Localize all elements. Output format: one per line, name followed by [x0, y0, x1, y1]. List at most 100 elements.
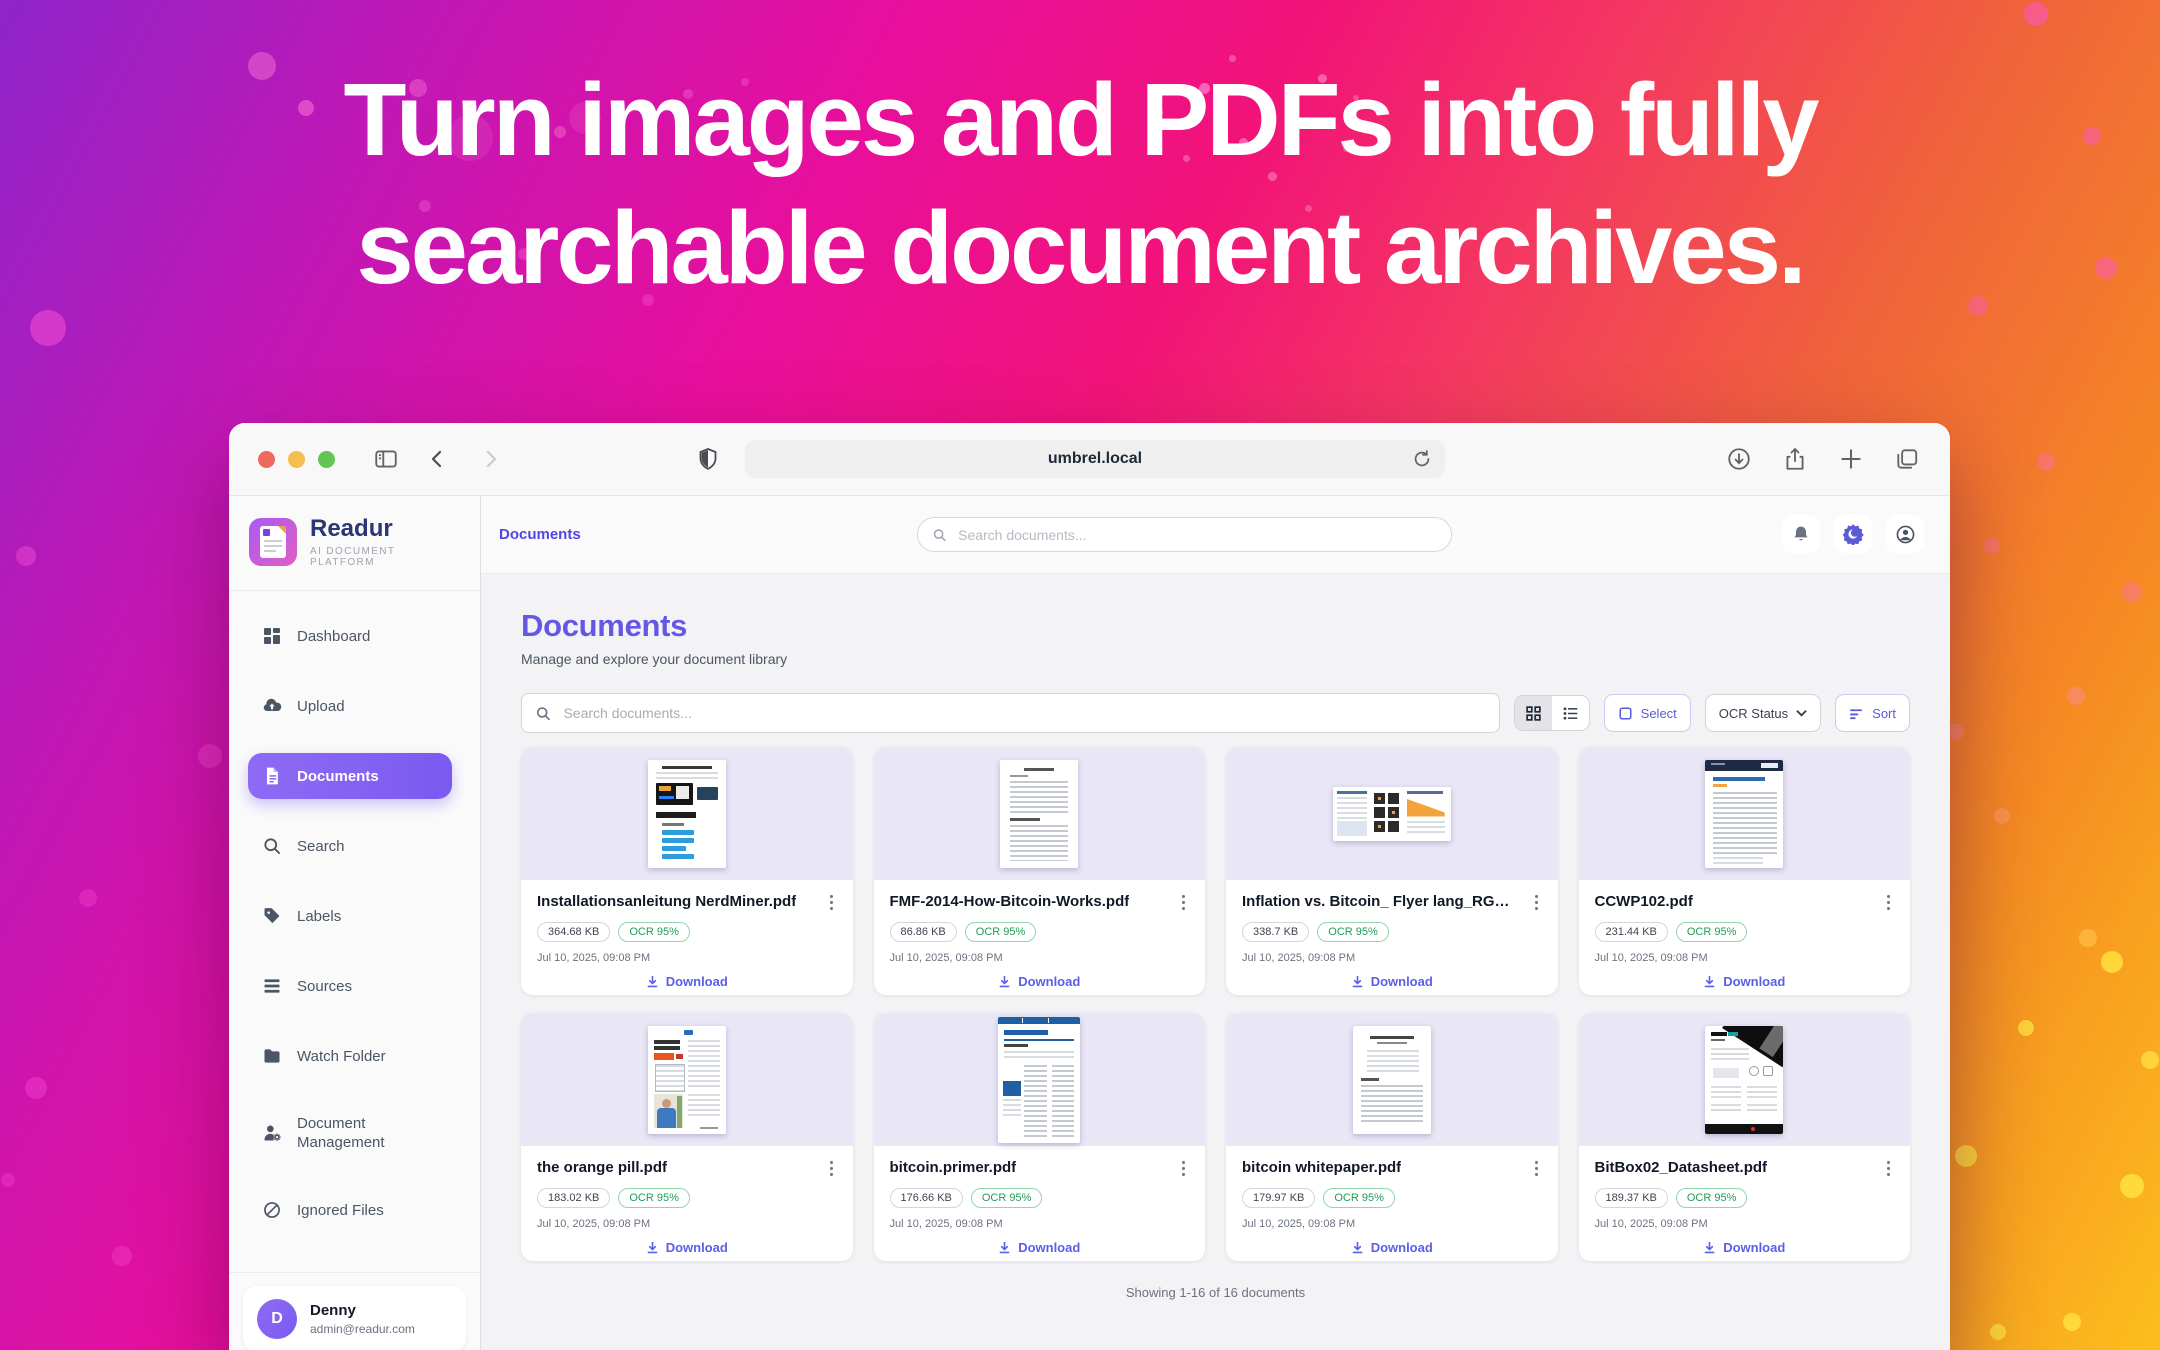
document-date: Jul 10, 2025, 09:08 PM — [1242, 952, 1542, 964]
sidebar-toggle-icon[interactable] — [367, 440, 405, 478]
privacy-shield-icon[interactable] — [689, 440, 727, 478]
notifications-button[interactable] — [1782, 515, 1820, 553]
sidebar-item-dashboard[interactable]: Dashboard — [248, 613, 452, 659]
topbar-search[interactable] — [917, 517, 1452, 552]
download-link[interactable]: Download — [1242, 1240, 1542, 1255]
kebab-menu-icon[interactable] — [826, 892, 837, 913]
user-card[interactable]: D Denny admin@readur.com — [243, 1286, 466, 1350]
kebab-menu-icon[interactable] — [826, 1158, 837, 1179]
document-thumbnail — [874, 1013, 1206, 1146]
document-card[interactable]: FMF-2014-How-Bitcoin-Works.pdf 86.86 KB … — [874, 747, 1206, 995]
document-card[interactable]: Installationsanleitung NerdMiner.pdf 364… — [521, 747, 853, 995]
document-thumbnail — [521, 747, 853, 880]
marketing-canvas: Turn images and PDFs into fully searchab… — [0, 0, 2160, 1350]
download-link[interactable]: Download — [537, 974, 837, 989]
breadcrumb[interactable]: Documents — [499, 526, 581, 543]
sidebar-item-ignored-files[interactable]: Ignored Files — [248, 1187, 452, 1233]
dashboard-icon — [262, 626, 282, 646]
downloads-icon[interactable] — [1720, 440, 1758, 478]
document-title: Inflation vs. Bitcoin_ Flyer lang_RGB.pd… — [1242, 892, 1510, 912]
kebab-menu-icon[interactable] — [1531, 1158, 1542, 1179]
file-size-badge: 189.37 KB — [1595, 1188, 1668, 1208]
new-tab-icon[interactable] — [1832, 440, 1870, 478]
minimize-window-button[interactable] — [288, 451, 305, 468]
checkbox-icon — [1618, 706, 1633, 721]
document-card[interactable]: bitcoin whitepaper.pdf 179.97 KB OCR 95%… — [1226, 1013, 1558, 1261]
download-link[interactable]: Download — [890, 1240, 1190, 1255]
file-size-badge: 338.7 KB — [1242, 922, 1309, 942]
list-view-button[interactable] — [1552, 696, 1589, 730]
documents-icon — [262, 766, 282, 786]
page-title: Documents — [521, 608, 1910, 644]
download-link[interactable]: Download — [1242, 974, 1542, 989]
file-size-badge: 86.86 KB — [890, 922, 957, 942]
kebab-menu-icon[interactable] — [1883, 892, 1894, 913]
url-text: umbrel.local — [1048, 450, 1142, 468]
account-button[interactable] — [1886, 515, 1924, 553]
reload-icon[interactable] — [1411, 448, 1433, 475]
search-icon — [535, 705, 551, 722]
page-subtitle: Manage and explore your document library — [521, 651, 1910, 667]
ignored-icon — [262, 1200, 282, 1220]
documents-search-input[interactable] — [561, 704, 1485, 722]
document-title: bitcoin.primer.pdf — [890, 1158, 1017, 1178]
sidebar-item-labels[interactable]: Labels — [248, 893, 452, 939]
sidebar-item-watch-folder[interactable]: Watch Folder — [248, 1033, 452, 1079]
ocr-badge: OCR 95% — [971, 1188, 1043, 1208]
document-card[interactable]: CCWP102.pdf 231.44 KB OCR 95% Jul 10, 20… — [1579, 747, 1911, 995]
url-bar[interactable]: umbrel.local — [745, 440, 1445, 478]
forward-button[interactable] — [471, 440, 509, 478]
download-link[interactable]: Download — [890, 974, 1190, 989]
document-card[interactable]: Inflation vs. Bitcoin_ Flyer lang_RGB.pd… — [1226, 747, 1558, 995]
sidebar-user-section: D Denny admin@readur.com — [229, 1272, 480, 1350]
ocr-status-dropdown[interactable]: OCR Status — [1705, 694, 1821, 732]
kebab-menu-icon[interactable] — [1178, 892, 1189, 913]
document-thumbnail — [1579, 1013, 1911, 1146]
ocr-badge: OCR 95% — [1323, 1188, 1395, 1208]
sort-button[interactable]: Sort — [1835, 694, 1910, 732]
download-icon — [998, 1241, 1011, 1254]
documents-search[interactable] — [521, 693, 1500, 733]
document-thumbnail — [1226, 1013, 1558, 1146]
ocr-badge: OCR 95% — [1676, 1188, 1748, 1208]
download-icon — [998, 975, 1011, 988]
user-gear-icon — [262, 1123, 282, 1143]
download-link[interactable]: Download — [1595, 974, 1895, 989]
sidebar-item-upload[interactable]: Upload — [248, 683, 452, 729]
zoom-window-button[interactable] — [318, 451, 335, 468]
grid-view-button[interactable] — [1515, 696, 1552, 730]
grid-view-icon — [1525, 705, 1542, 722]
tab-overview-icon[interactable] — [1888, 440, 1926, 478]
download-link[interactable]: Download — [1595, 1240, 1895, 1255]
sidebar-item-documents[interactable]: Documents — [248, 753, 452, 799]
download-link[interactable]: Download — [537, 1240, 837, 1255]
theme-toggle-button[interactable] — [1834, 515, 1872, 553]
hero-line-2: searchable document archives. — [0, 184, 2160, 312]
select-button[interactable]: Select — [1604, 694, 1691, 732]
sidebar-item-search[interactable]: Search — [248, 823, 452, 869]
kebab-menu-icon[interactable] — [1883, 1158, 1894, 1179]
share-icon[interactable] — [1776, 440, 1814, 478]
topbar-search-input[interactable] — [956, 526, 1437, 544]
document-card[interactable]: the orange pill.pdf 183.02 KB OCR 95% Ju… — [521, 1013, 853, 1261]
sidebar-item-document-management[interactable]: Document Management — [248, 1103, 452, 1163]
document-card[interactable]: bitcoin.primer.pdf 176.66 KB OCR 95% Jul… — [874, 1013, 1206, 1261]
documents-grid: Installationsanleitung NerdMiner.pdf 364… — [521, 747, 1910, 1261]
ocr-badge: OCR 95% — [965, 922, 1037, 942]
brand-name: Readur — [310, 516, 462, 542]
document-date: Jul 10, 2025, 09:08 PM — [1595, 1218, 1895, 1230]
sort-icon — [1849, 707, 1864, 720]
hero-line-1: Turn images and PDFs into fully — [0, 56, 2160, 184]
close-window-button[interactable] — [258, 451, 275, 468]
results-count: Showing 1-16 of 16 documents — [521, 1285, 1910, 1300]
document-card[interactable]: BitBox02_Datasheet.pdf 189.37 KB OCR 95%… — [1579, 1013, 1911, 1261]
back-button[interactable] — [419, 440, 457, 478]
user-name: Denny — [310, 1302, 415, 1319]
document-title: bitcoin whitepaper.pdf — [1242, 1158, 1401, 1178]
download-icon — [1703, 1241, 1716, 1254]
brand[interactable]: Readur AI DOCUMENT PLATFORM — [229, 496, 480, 591]
kebab-menu-icon[interactable] — [1531, 892, 1542, 913]
kebab-menu-icon[interactable] — [1178, 1158, 1189, 1179]
sidebar-item-sources[interactable]: Sources — [248, 963, 452, 1009]
download-icon — [646, 975, 659, 988]
